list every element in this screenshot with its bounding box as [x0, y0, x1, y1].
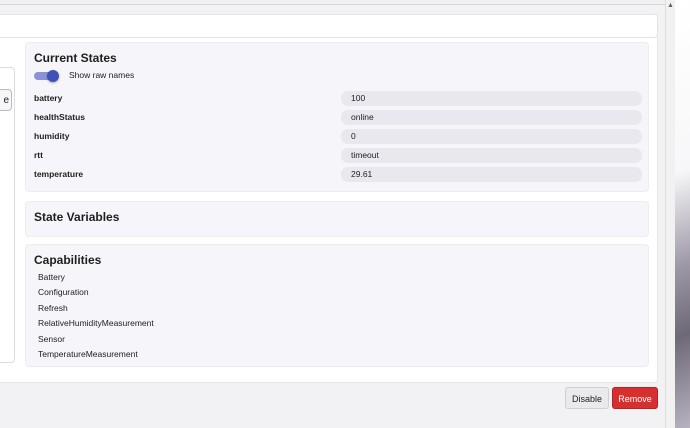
main-panel: e Current States Show raw names battery … — [0, 0, 665, 428]
current-states-title: Current States — [34, 51, 117, 65]
state-row: rtt timeout — [34, 148, 642, 163]
state-row: humidity 0 — [34, 129, 642, 144]
left-partial-button[interactable]: e — [0, 89, 12, 111]
capabilities-title: Capabilities — [34, 253, 102, 267]
state-name: battery — [34, 93, 63, 103]
state-variables-title: State Variables — [34, 210, 120, 224]
capability-item: Sensor — [38, 334, 65, 344]
state-value: online — [341, 110, 642, 125]
state-variables-section: State Variables — [25, 201, 649, 237]
disable-button[interactable]: Disable — [565, 387, 609, 409]
capability-item: TemperatureMeasurement — [38, 349, 138, 359]
left-card — [0, 67, 15, 363]
top-strip — [0, 0, 665, 5]
state-value: 100 — [341, 91, 642, 106]
state-name: rtt — [34, 150, 43, 160]
state-name: temperature — [34, 169, 84, 179]
state-row: healthStatus online — [34, 110, 642, 125]
capability-item: RelativeHumidityMeasurement — [38, 318, 154, 328]
capabilities-section: Capabilities Battery Configuration Refre… — [25, 244, 649, 367]
state-name: humidity — [34, 131, 70, 141]
toggle-knob — [47, 70, 59, 82]
show-raw-names-toggle[interactable] — [34, 70, 59, 82]
background-scene — [675, 0, 690, 428]
scroll-up-arrow-icon[interactable]: ▲ — [666, 2, 675, 10]
top-card — [0, 14, 658, 38]
show-raw-names-label: Show raw names — [69, 70, 135, 80]
vertical-scrollbar[interactable]: ▲ — [665, 0, 675, 428]
state-value: 0 — [341, 129, 642, 144]
capability-item: Refresh — [38, 303, 68, 313]
current-states-section: Current States Show raw names battery 10… — [25, 42, 649, 192]
capability-item: Battery — [38, 272, 65, 282]
state-value: timeout — [341, 148, 642, 163]
remove-button[interactable]: Remove — [612, 387, 658, 409]
capability-item: Configuration — [38, 287, 89, 297]
state-value: 29.61 — [341, 167, 642, 182]
state-row: temperature 29.61 — [34, 167, 642, 182]
state-row: battery 100 — [34, 91, 642, 106]
state-name: healthStatus — [34, 112, 86, 122]
